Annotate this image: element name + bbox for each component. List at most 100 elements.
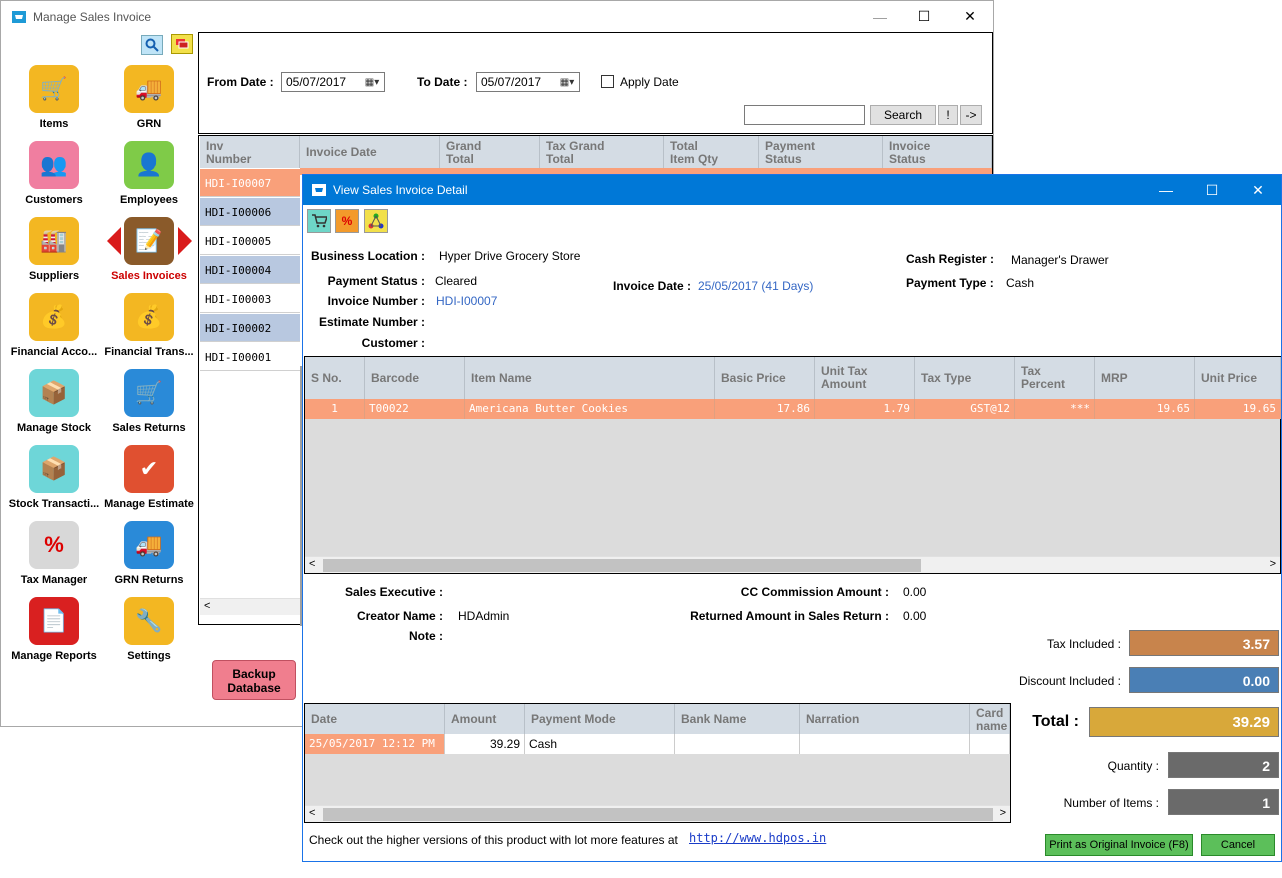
- col-barcode[interactable]: Barcode: [365, 357, 465, 399]
- col-narration[interactable]: Narration: [800, 704, 970, 734]
- coins-transfer-icon[interactable]: 💰: [124, 293, 174, 341]
- sidebar-item-label[interactable]: Manage Reports: [6, 650, 102, 662]
- discount-included-value: 0.00: [1129, 667, 1279, 693]
- sidebar-item-label[interactable]: GRN: [101, 118, 197, 130]
- return-cart-icon[interactable]: 🛒: [124, 369, 174, 417]
- cart-icon[interactable]: 🛒: [29, 65, 79, 113]
- sidebar-item-label[interactable]: Tax Manager: [6, 574, 102, 586]
- sidebar-item-label[interactable]: Items: [6, 118, 102, 130]
- col-unit-tax-amount[interactable]: Unit Tax Amount: [815, 357, 915, 399]
- sidebar-item-label[interactable]: GRN Returns: [101, 574, 197, 586]
- sidebar-item-label[interactable]: Financial Acco...: [6, 346, 102, 358]
- reports-icon[interactable]: 📄: [29, 597, 79, 645]
- customers-icon[interactable]: 👥: [29, 141, 79, 189]
- search-button[interactable]: Search: [870, 105, 936, 125]
- table-row[interactable]: HDI-I00004: [200, 256, 300, 284]
- tools-icon[interactable]: 🔧: [124, 597, 174, 645]
- coins-icon-glyph: 💰: [40, 304, 68, 329]
- to-date-picker[interactable]: 05/07/2017 ▦▾: [476, 72, 580, 92]
- col-basic-price[interactable]: Basic Price: [715, 357, 815, 399]
- table-row[interactable]: HDI-I00007: [200, 169, 300, 197]
- from-date-picker[interactable]: 05/07/2017 ▦▾: [281, 72, 385, 92]
- estimate-icon[interactable]: ✔: [124, 445, 174, 493]
- payment-type-label: Payment Type :: [906, 276, 994, 290]
- col-payment-status[interactable]: Payment Status: [759, 136, 883, 168]
- tools-icon-glyph: 🔧: [135, 608, 163, 633]
- close-button[interactable]: ✕: [947, 1, 993, 32]
- invoice-icon[interactable]: 📝: [124, 217, 174, 265]
- table-row[interactable]: HDI-I00005: [200, 227, 300, 255]
- col-date[interactable]: Date: [305, 704, 445, 734]
- minimize-button[interactable]: —: [857, 1, 903, 32]
- sidebar-item-label[interactable]: Suppliers: [6, 270, 102, 282]
- col-mrp[interactable]: MRP: [1095, 357, 1195, 399]
- col-unit-price[interactable]: Unit Price: [1195, 357, 1281, 399]
- percent-icon[interactable]: %: [29, 521, 79, 569]
- sidebar-item-label[interactable]: Employees: [101, 194, 197, 206]
- scroll-thumb[interactable]: [323, 808, 993, 821]
- truck-return-icon[interactable]: 🚚: [124, 521, 174, 569]
- sidebar-item-label[interactable]: Settings: [101, 650, 197, 662]
- share-icon[interactable]: [364, 209, 388, 233]
- col-total-item-qty[interactable]: Total Item Qty: [664, 136, 759, 168]
- footer-link[interactable]: http://www.hdpos.in: [689, 831, 826, 845]
- scroll-left-icon[interactable]: <: [309, 558, 315, 570]
- maximize-button[interactable]: ☐: [901, 1, 947, 32]
- backup-database-button[interactable]: Backup Database: [212, 660, 296, 700]
- col-tax-percent[interactable]: Tax Percent: [1015, 357, 1095, 399]
- col-grand-total[interactable]: Grand Total: [440, 136, 540, 168]
- col-card-name[interactable]: Card name: [970, 704, 1010, 734]
- scroll-thumb[interactable]: [323, 559, 921, 572]
- detail-minimize-button[interactable]: —: [1143, 175, 1189, 205]
- sidebar-item-label[interactable]: Financial Trans...: [101, 346, 197, 358]
- search-icon[interactable]: [141, 35, 163, 55]
- col-payment-mode[interactable]: Payment Mode: [525, 704, 675, 734]
- col-tax-grand-total[interactable]: Tax Grand Total: [540, 136, 664, 168]
- sidebar-item-label[interactable]: Manage Stock: [6, 422, 102, 434]
- col-invoice-status[interactable]: Invoice Status: [883, 136, 992, 168]
- windows-icon[interactable]: [171, 34, 193, 54]
- next-button[interactable]: ->: [960, 105, 982, 125]
- col-amount[interactable]: Amount: [445, 704, 525, 734]
- employee-icon[interactable]: 👤: [124, 141, 174, 189]
- table-row[interactable]: HDI-I00002: [200, 314, 300, 342]
- table-row[interactable]: HDI-I00006: [200, 198, 300, 226]
- stock-transaction-icon[interactable]: 📦: [29, 445, 79, 493]
- scroll-right-icon[interactable]: >: [1000, 807, 1006, 819]
- coins-icon[interactable]: 💰: [29, 293, 79, 341]
- col-bank-name[interactable]: Bank Name: [675, 704, 800, 734]
- stock-icon[interactable]: 📦: [29, 369, 79, 417]
- items-hscrollbar[interactable]: < >: [305, 556, 1280, 573]
- sidebar-item-label[interactable]: Customers: [6, 194, 102, 206]
- scroll-left-icon[interactable]: <: [204, 600, 210, 612]
- sidebar-item-label[interactable]: Sales Invoices: [101, 270, 197, 282]
- apply-date-checkbox[interactable]: [601, 75, 614, 88]
- col-invoice-date[interactable]: Invoice Date: [300, 136, 440, 168]
- col-inv-number[interactable]: Inv Number: [200, 136, 300, 168]
- col-item-name[interactable]: Item Name: [465, 357, 715, 399]
- search-input[interactable]: [744, 105, 865, 125]
- table-row[interactable]: HDI-I00003: [200, 285, 300, 313]
- exclaim-button[interactable]: !: [938, 105, 958, 125]
- detail-maximize-button[interactable]: ☐: [1189, 175, 1235, 205]
- discount-icon[interactable]: %: [335, 209, 359, 233]
- sidebar-item-label[interactable]: Stock Transacti...: [6, 498, 102, 510]
- scroll-left-icon[interactable]: <: [309, 807, 315, 819]
- cancel-button[interactable]: Cancel: [1201, 834, 1275, 856]
- payments-hscrollbar[interactable]: < >: [305, 805, 1010, 822]
- grid-hscrollbar[interactable]: <: [200, 598, 300, 615]
- prev-arrow-icon: [107, 227, 121, 255]
- header-label: Invoice Status: [889, 139, 931, 166]
- print-original-invoice-button[interactable]: Print as Original Invoice (F8): [1045, 834, 1193, 856]
- scroll-right-icon[interactable]: >: [1270, 558, 1276, 570]
- cart-icon[interactable]: [307, 209, 331, 233]
- col-tax-type[interactable]: Tax Type: [915, 357, 1015, 399]
- sidebar-item-label[interactable]: Manage Estimate: [101, 498, 197, 510]
- sidebar-item-label[interactable]: Sales Returns: [101, 422, 197, 434]
- col-s-no[interactable]: S No.: [305, 357, 365, 399]
- calendar-icon: ▦▾: [559, 76, 575, 88]
- truck-icon[interactable]: 🚚: [124, 65, 174, 113]
- table-row[interactable]: HDI-I00001: [200, 343, 300, 371]
- detail-close-button[interactable]: ✕: [1235, 175, 1281, 205]
- factory-icon[interactable]: 🏭: [29, 217, 79, 265]
